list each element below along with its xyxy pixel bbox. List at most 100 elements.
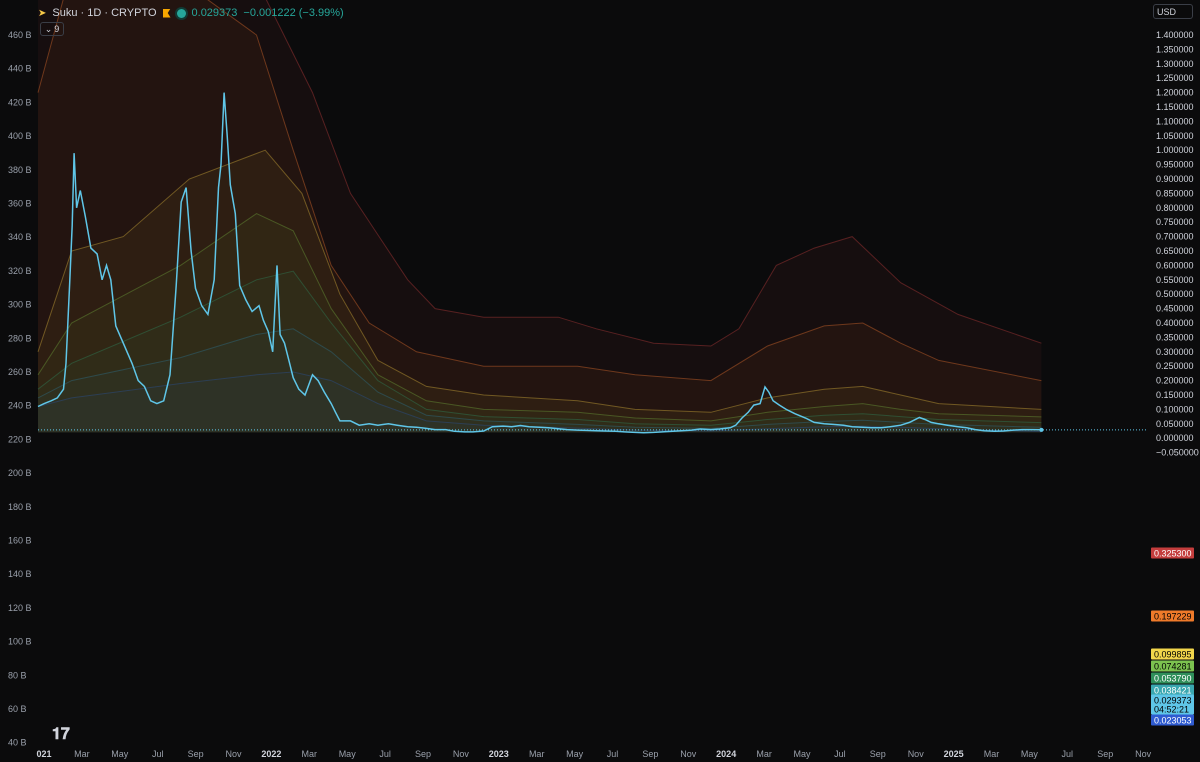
left-axis-label: 160 B	[8, 536, 32, 546]
left-axis-label: 260 B	[8, 367, 32, 377]
time-axis-label: Jul	[834, 749, 846, 759]
time-axis-label: Nov	[453, 749, 470, 759]
time-axis-label: Mar	[74, 749, 90, 759]
time-axis-label: Nov	[908, 749, 925, 759]
header-change: −0.001222 (−3.99%)	[243, 7, 344, 19]
currency-button[interactable]: USD	[1153, 4, 1193, 19]
status-dot-icon	[176, 8, 186, 18]
right-axis-label: 0.700000	[1156, 232, 1194, 242]
time-axis-label: Jul	[607, 749, 619, 759]
time-axis-label: 2025	[944, 749, 964, 759]
header-price: 0.029373	[191, 7, 238, 19]
right-axis-label: 1.300000	[1156, 59, 1194, 69]
time-axis-label: Sep	[188, 749, 204, 759]
right-axis-label: 0.300000	[1156, 347, 1194, 357]
right-axis-label: 0.750000	[1156, 217, 1194, 227]
right-axis-label: 1.200000	[1156, 88, 1194, 98]
time-axis[interactable]: 021 Mar May Jul Sep Nov 2022 Mar May Jul Sep Nov 202…	[36, 749, 1151, 759]
time-axis-label: May	[793, 749, 811, 759]
time-axis-label: May	[339, 749, 357, 759]
left-axis-label: 120 B	[8, 603, 32, 613]
time-axis-label: Sep	[415, 749, 431, 759]
left-axis: 460 B 440 B 420 B 400 B 380 B 360 B 340 B 320 B…	[8, 30, 32, 748]
time-axis-label: 2024	[716, 749, 736, 759]
last-price-dot	[1039, 427, 1044, 432]
right-axis-label: 0.400000	[1156, 318, 1194, 328]
time-axis-label: Sep	[870, 749, 886, 759]
left-axis-label: 420 B	[8, 97, 32, 107]
right-axis-label: −0.050000	[1156, 448, 1199, 458]
left-axis-label: 200 B	[8, 468, 32, 478]
right-axis-label: 0.950000	[1156, 160, 1194, 170]
price-tag-label: 04:52:21	[1154, 705, 1189, 715]
time-axis-label: Sep	[1097, 749, 1113, 759]
right-axis-label: 0.450000	[1156, 304, 1194, 314]
left-axis-label: 80 B	[8, 670, 27, 680]
tradingview-logo-icon[interactable]: 𝟏𝟕	[52, 726, 70, 744]
right-axis-label: 0.850000	[1156, 188, 1194, 198]
left-axis-label: 340 B	[8, 232, 32, 242]
time-axis-label: May	[566, 749, 584, 759]
right-axis-label: 0.900000	[1156, 174, 1194, 184]
right-axis-label: 0.600000	[1156, 260, 1194, 270]
right-axis-label: 1.150000	[1156, 102, 1194, 112]
right-axis-label: 0.500000	[1156, 289, 1194, 299]
left-axis-label: 100 B	[8, 637, 32, 647]
flag-icon[interactable]	[162, 8, 171, 18]
time-axis-label: Nov	[1135, 749, 1152, 759]
time-axis-label: Nov	[225, 749, 242, 759]
indicators-collapse-button[interactable]: ⌄ 9	[40, 22, 64, 36]
price-tag-label: 0.023053	[1154, 716, 1192, 726]
time-axis-label: Jul	[152, 749, 164, 759]
indicator-count: 9	[54, 24, 60, 34]
right-axis-label: 1.050000	[1156, 131, 1194, 141]
time-axis-label: Mar	[302, 749, 318, 759]
time-axis-label: Jul	[1062, 749, 1074, 759]
time-axis-label: Nov	[680, 749, 697, 759]
left-axis-label: 360 B	[8, 199, 32, 209]
time-axis-label: Mar	[529, 749, 545, 759]
time-axis-label: 021	[36, 749, 51, 759]
left-axis-label: 440 B	[8, 64, 32, 74]
left-axis-label: 240 B	[8, 401, 32, 411]
right-axis-label: 1.350000	[1156, 44, 1194, 54]
price-tags: 0.325300 0.197229 0.099895 0.074281 0.053790…	[1151, 547, 1194, 726]
price-tag-label: 0.325300	[1154, 549, 1192, 559]
time-axis-label: Sep	[642, 749, 658, 759]
time-axis-label: May	[1021, 749, 1039, 759]
left-axis-label: 460 B	[8, 30, 32, 40]
left-axis-label: 400 B	[8, 131, 32, 141]
symbol-header[interactable]: ➤ Suku · 1D · CRYPTO 0.029373 −0.001222 …	[38, 5, 344, 21]
time-axis-label: May	[111, 749, 129, 759]
price-tag-label: 0.053790	[1154, 674, 1192, 684]
left-axis-label: 220 B	[8, 434, 32, 444]
right-axis-label: 0.200000	[1156, 376, 1194, 386]
price-tag-label: 0.197229	[1154, 612, 1192, 622]
left-axis-label: 140 B	[8, 569, 32, 579]
time-axis-label: Mar	[756, 749, 772, 759]
price-tag-label: 0.038421	[1154, 686, 1192, 696]
left-axis-label: 180 B	[8, 502, 32, 512]
price-tag-label: 0.074281	[1154, 662, 1192, 672]
time-axis-label: Jul	[379, 749, 391, 759]
time-axis-label: Mar	[984, 749, 1000, 759]
left-axis-label: 320 B	[8, 266, 32, 276]
right-axis-label: 1.000000	[1156, 145, 1194, 155]
right-axis-label: 0.650000	[1156, 246, 1194, 256]
right-axis-label: 1.250000	[1156, 73, 1194, 83]
left-axis-label: 380 B	[8, 165, 32, 175]
left-axis-label: 300 B	[8, 300, 32, 310]
symbol-title[interactable]: Suku · 1D · CRYPTO	[52, 7, 156, 19]
time-axis-label: 2022	[261, 749, 281, 759]
price-tag-label: 0.099895	[1154, 650, 1192, 660]
right-axis-label: 0.350000	[1156, 332, 1194, 342]
right-axis-label: 0.550000	[1156, 275, 1194, 285]
right-axis[interactable]: 1.400000 1.350000 1.300000 1.250000 1.200000…	[1156, 30, 1199, 458]
price-chart[interactable]: 460 B 440 B 420 B 400 B 380 B 360 B 340 B 320 B…	[0, 0, 1200, 762]
bolt-icon: ➤	[38, 7, 47, 19]
left-axis-label: 40 B	[8, 738, 27, 748]
right-axis-label: 0.000000	[1156, 433, 1194, 443]
chevron-down-icon: ⌄	[44, 23, 53, 34]
right-axis-label: 1.100000	[1156, 116, 1194, 126]
right-axis-label: 0.100000	[1156, 404, 1194, 414]
